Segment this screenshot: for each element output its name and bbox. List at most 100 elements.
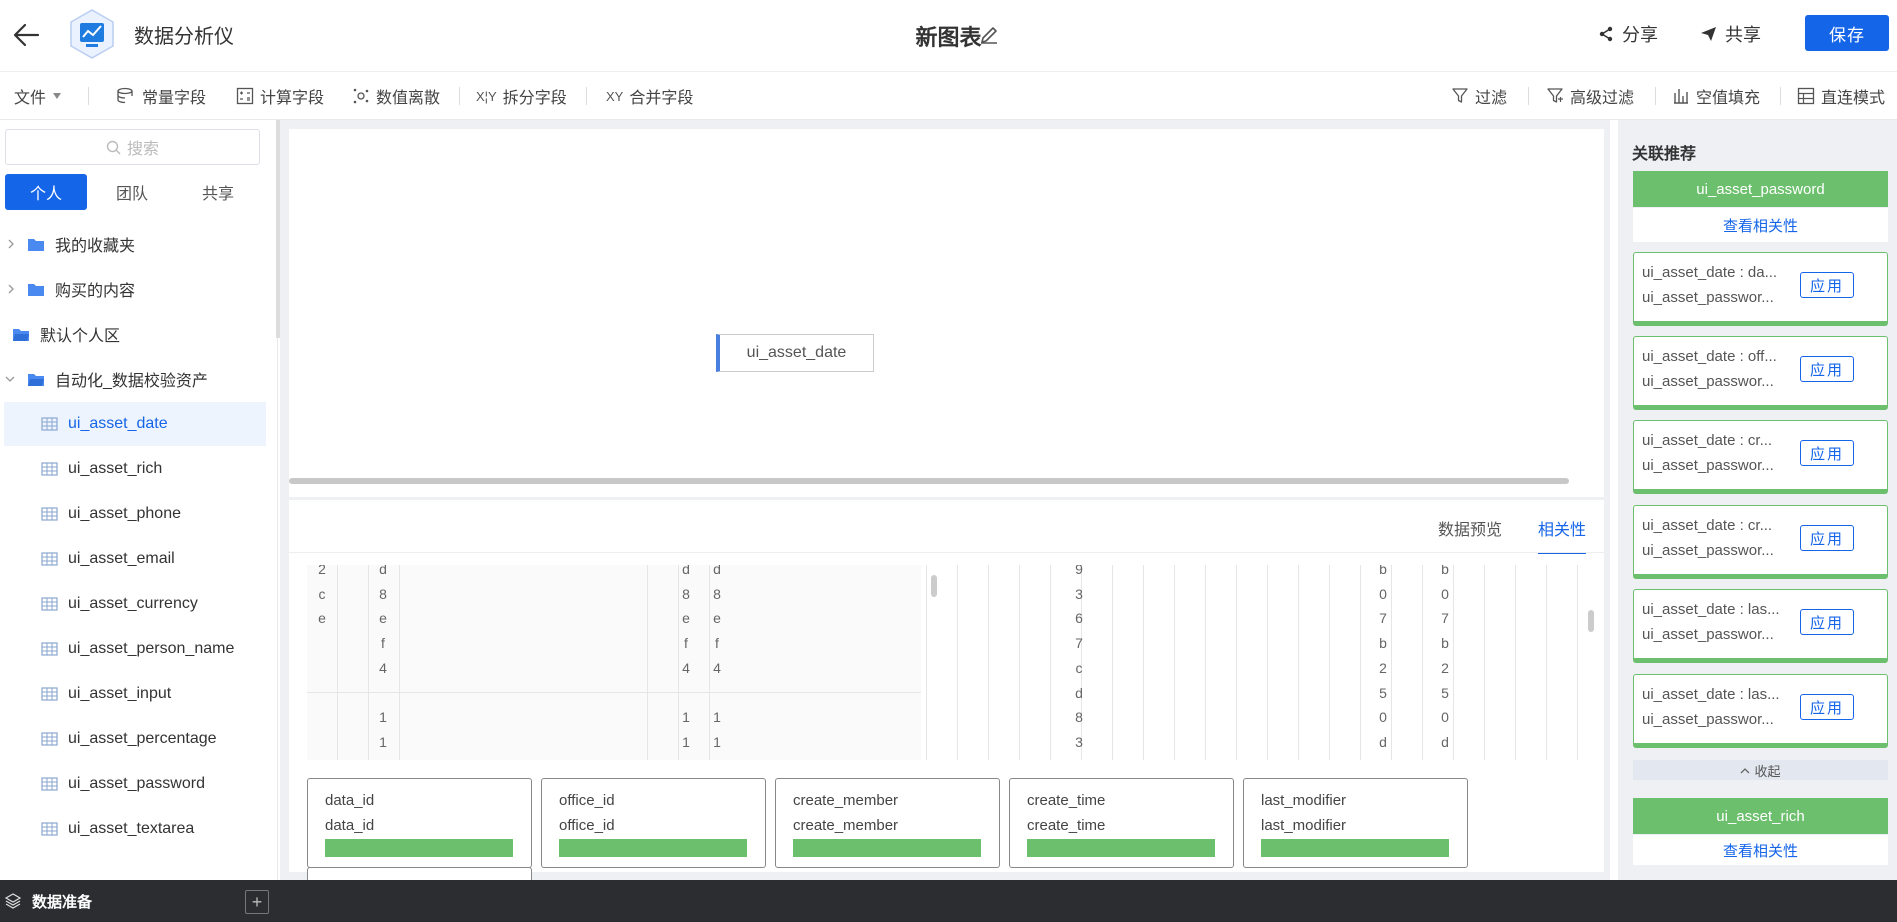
back-arrow-icon[interactable]	[10, 18, 44, 52]
save-button[interactable]: 保存	[1805, 15, 1889, 51]
grid-column: b 0 7 b 2 5 0 d	[1376, 565, 1390, 755]
grid-glyph: e	[318, 610, 326, 627]
correlation-grid: 2ce d8ef4 115 d8ef4 115 d8ef4 116 9367cd…	[307, 565, 1597, 760]
constant-field-tool[interactable]: 常量字段	[116, 85, 206, 107]
match-bar	[1261, 839, 1449, 857]
grid-glyph: 1	[682, 733, 690, 750]
folder-label: 默认个人区	[40, 328, 121, 345]
publish-button[interactable]: 共享	[1700, 20, 1761, 48]
apply-button[interactable]: 应用	[1800, 694, 1854, 720]
grid-glyph: 8	[682, 585, 690, 602]
advanced-filter-label: 高级过滤	[1570, 90, 1635, 107]
file-menu[interactable]: 文件	[14, 85, 62, 107]
apply-button[interactable]: 应用	[1800, 609, 1854, 635]
null-fill-tool[interactable]: 空值填充	[1672, 85, 1760, 107]
grid-glyph: 0	[1379, 709, 1387, 726]
chevron-right-icon	[8, 239, 14, 249]
table-icon	[41, 507, 58, 521]
left-field: last_modifier	[1261, 792, 1347, 809]
send-icon	[1701, 27, 1716, 41]
table-item[interactable]: ui_asset_email	[0, 537, 262, 581]
right-field: data_id	[325, 817, 375, 834]
discretize-label: 数值离散	[376, 90, 441, 107]
field-match-card[interactable]: data_id data_id	[307, 778, 532, 868]
table-icon	[41, 822, 58, 836]
tab-team[interactable]: 团队	[91, 174, 173, 210]
folder-favorites[interactable]: 我的收藏夹	[0, 222, 262, 266]
view-correlation-link[interactable]: 查看相关性	[1633, 208, 1888, 242]
table-item[interactable]: ui_asset_input	[0, 672, 262, 716]
table-label: ui_asset_email	[68, 550, 175, 567]
grid-glyph: b	[1379, 635, 1387, 652]
grid-glyph: 7	[1075, 635, 1083, 652]
tab-data-preview[interactable]: 数据预览	[1438, 516, 1502, 540]
group-header[interactable]: ui_asset_password	[1633, 171, 1888, 207]
canvas-horizontal-scrollbar[interactable]	[289, 478, 1569, 484]
table-item[interactable]: ui_asset_rich	[0, 447, 262, 491]
add-tab-button[interactable]: +	[245, 890, 269, 914]
table-item[interactable]: ui_asset_password	[0, 762, 262, 806]
direct-mode-tool[interactable]: 直连模式	[1797, 85, 1885, 107]
panel-title: 关联推荐	[1632, 146, 1697, 163]
tab-correlation[interactable]: 相关性	[1538, 516, 1587, 554]
grid-column: d 8 ef 4 1 1 5	[376, 565, 390, 760]
grid-glyph: 1	[713, 709, 721, 726]
table-item[interactable]: ui_asset_phone	[0, 492, 262, 536]
table-item[interactable]: ui_asset_textarea	[0, 807, 262, 851]
calculated-field-tool[interactable]: 计算字段	[236, 85, 324, 107]
grid-column: d 8 ef 4 1 1 5	[679, 565, 693, 760]
edit-icon[interactable]	[978, 24, 1000, 46]
grid-glyph: 8	[379, 585, 387, 602]
data-prep-tab[interactable]: 数据准备	[32, 891, 92, 912]
canvas-table-node[interactable]: ui_asset_date	[716, 334, 874, 372]
share-label: 分享	[1622, 25, 1658, 45]
folder-default-personal[interactable]: 默认个人区	[0, 312, 262, 356]
view-correlation-link[interactable]: 查看相关性	[1633, 835, 1888, 865]
chart-title[interactable]: 新图表	[915, 25, 981, 50]
divider	[289, 552, 1604, 553]
grid-glyph: 1	[713, 733, 721, 750]
match-bar	[793, 839, 981, 857]
field-match-card[interactable]: office_id office_id	[541, 778, 766, 868]
grid-glyph: 5	[679, 755, 693, 760]
publish-label: 共享	[1725, 25, 1761, 45]
grid-glyph: 4	[379, 659, 387, 676]
merge-field-tool[interactable]: XY 合并字段	[606, 85, 694, 108]
split-icon: X¦Y	[476, 88, 497, 104]
search-input[interactable]: 搜索	[5, 129, 260, 165]
merge-field-label: 合并字段	[629, 90, 694, 107]
model-canvas[interactable]	[289, 129, 1604, 497]
table-icon	[41, 417, 58, 431]
table-item[interactable]: ui_asset_percentage	[0, 717, 262, 761]
rec-line-1: ui_asset_date : cr...	[1642, 432, 1773, 449]
share-button[interactable]: 分享	[1598, 20, 1658, 48]
apply-button[interactable]: 应用	[1800, 272, 1854, 298]
grid-glyph: d	[682, 565, 690, 577]
table-item[interactable]: ui_asset_person_name	[0, 627, 262, 671]
grid-glyph: f	[684, 635, 688, 652]
advanced-filter-tool[interactable]: 高级过滤	[1546, 85, 1634, 107]
apply-button[interactable]: 应用	[1800, 356, 1854, 382]
discretize-tool[interactable]: 数值离散	[352, 85, 440, 107]
filter-tool[interactable]: 过滤	[1451, 85, 1507, 107]
tab-shared[interactable]: 共享	[177, 174, 259, 210]
table-item[interactable]: ui_asset_currency	[0, 582, 262, 626]
group-header[interactable]: ui_asset_rich	[1633, 798, 1888, 834]
folder-purchased[interactable]: 购买的内容	[0, 267, 262, 311]
apply-button[interactable]: 应用	[1800, 440, 1854, 466]
field-match-card[interactable]: last_modifier last_modifier	[1243, 778, 1468, 868]
split-field-tool[interactable]: X¦Y 拆分字段	[476, 85, 567, 108]
folder-automation[interactable]: 自动化_数据校验资产	[0, 357, 262, 401]
table-item-ui-asset-date[interactable]: ui_asset_date	[4, 402, 266, 446]
collapse-button[interactable]: 收起	[1633, 760, 1888, 780]
tab-personal[interactable]: 个人	[5, 174, 87, 210]
scatter-icon	[353, 88, 369, 104]
grid-glyph: 2	[318, 565, 326, 577]
filter-label: 过滤	[1475, 90, 1508, 107]
grid-column: d 8 ef 4 1 1 6	[710, 565, 724, 760]
field-match-card[interactable]: create_member create_member	[775, 778, 1000, 868]
field-match-card[interactable]: create_time create_time	[1009, 778, 1234, 868]
apply-button[interactable]: 应用	[1800, 525, 1854, 551]
recommendation-card: ui_asset_date : cr... ui_asset_passwor..…	[1633, 505, 1888, 579]
left-field: create_member	[793, 792, 899, 809]
